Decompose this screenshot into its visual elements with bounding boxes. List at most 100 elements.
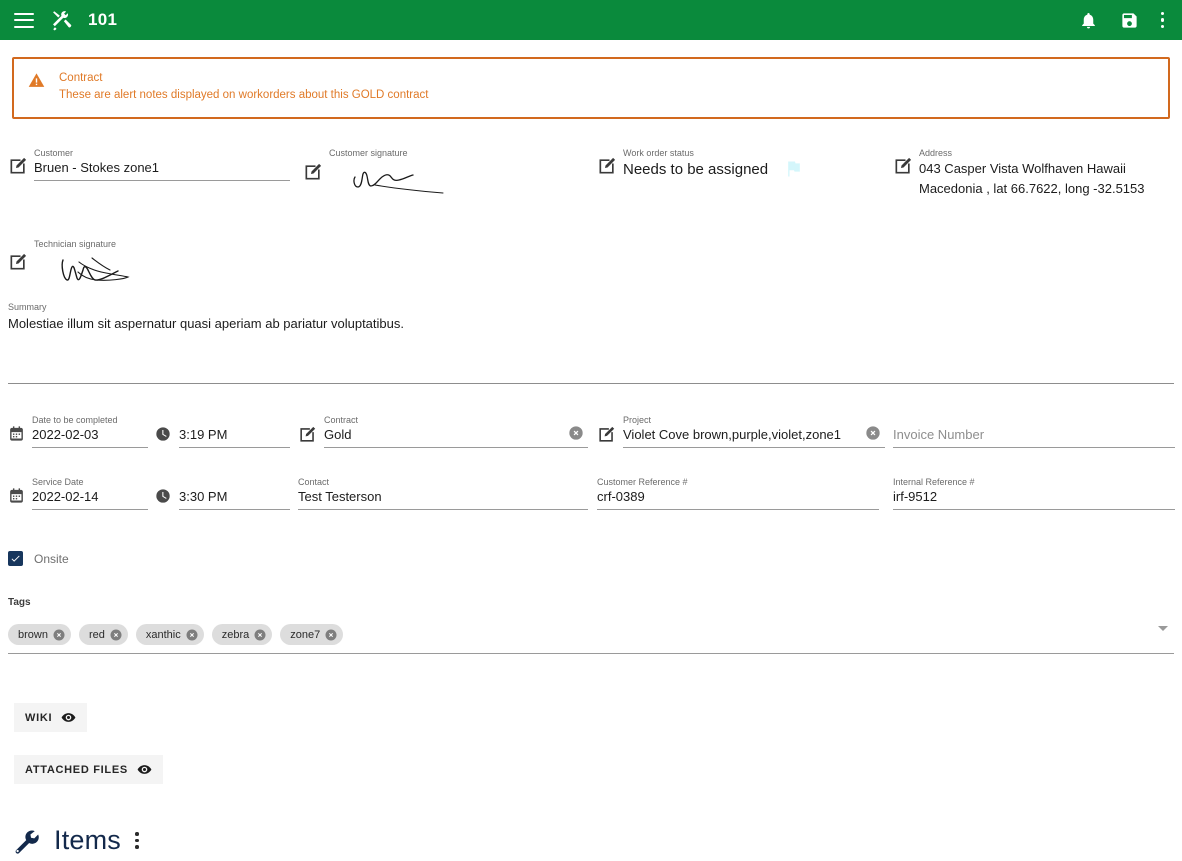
tag-chip[interactable]: zone7 — [280, 624, 344, 645]
date-to-be-completed-field[interactable]: Date to be completed 2022-02-03 — [8, 415, 148, 448]
onsite-label: Onsite — [34, 551, 69, 566]
tag-chip[interactable]: xanthic — [135, 624, 204, 645]
remove-tag-icon[interactable] — [325, 629, 337, 641]
address-value: 043 Casper Vista Wolfhaven Hawaii Macedo… — [919, 161, 1145, 196]
save-icon[interactable] — [1120, 11, 1139, 30]
summary-value: Molestiae illum sit aspernatur quasi ape… — [8, 316, 404, 331]
kebab-menu-icon[interactable] — [135, 832, 139, 849]
internal-reference-label: Internal Reference # — [893, 477, 975, 487]
workorder-form: Customer Bruen - Stokes zone1 Customer s… — [0, 140, 1182, 861]
remove-tag-icon[interactable] — [53, 629, 65, 641]
service-date-time-field[interactable]: 3:30 PM — [155, 488, 290, 510]
date-to-be-completed-time-value[interactable]: 3:19 PM — [179, 426, 290, 448]
items-title: Items — [54, 825, 122, 855]
wiki-label: WIKI — [25, 711, 53, 724]
tools-icon[interactable] — [50, 8, 74, 32]
tag-label: zebra — [221, 628, 250, 641]
project-value[interactable]: Violet Cove brown,purple,violet,zone1 — [623, 426, 885, 448]
wiki-button-inner[interactable]: WIKI — [14, 703, 88, 732]
wiki-panel-button[interactable]: WIKI — [14, 703, 88, 732]
customer-reference-value[interactable]: crf-0389 — [597, 488, 879, 510]
clear-circle-icon[interactable] — [865, 425, 881, 441]
clear-circle-icon[interactable] — [568, 425, 584, 441]
flag-icon[interactable] — [784, 159, 804, 179]
invoice-number-label — [893, 415, 1175, 426]
tags-label: Tags — [8, 597, 31, 608]
calendar-icon[interactable] — [8, 425, 25, 442]
clock-icon[interactable] — [155, 426, 171, 442]
page-title: 101 — [88, 10, 118, 29]
date-to-be-completed-time-field[interactable]: 3:19 PM — [155, 426, 290, 448]
wrench-icon — [12, 827, 40, 855]
date-to-be-completed-value[interactable]: 2022-02-03 — [32, 426, 148, 448]
tag-label: xanthic — [145, 628, 181, 641]
service-date-field[interactable]: Service Date 2022-02-14 — [8, 477, 148, 510]
tag-chip[interactable]: red — [78, 624, 128, 645]
edit-icon[interactable] — [597, 425, 616, 444]
hamburger-icon[interactable] — [14, 12, 34, 28]
customer-signature-image — [351, 163, 583, 196]
warning-triangle-icon — [28, 72, 45, 103]
eye-icon[interactable] — [137, 762, 152, 777]
clock-icon[interactable] — [155, 488, 171, 504]
summary-field: Summary Molestiae illum sit aspernatur q… — [8, 302, 708, 332]
technician-signature-image — [48, 252, 308, 290]
bell-icon[interactable] — [1079, 11, 1098, 30]
kebab-menu-icon[interactable] — [1160, 11, 1164, 29]
eye-icon[interactable] — [61, 710, 76, 725]
remove-tag-icon[interactable] — [254, 629, 266, 641]
tag-chip[interactable]: brown — [8, 624, 71, 645]
chevron-down-icon[interactable] — [1158, 626, 1168, 631]
customer-reference-label: Customer Reference # — [597, 477, 688, 487]
date-to-be-completed-label: Date to be completed — [32, 415, 118, 425]
attached-files-panel-button[interactable]: ATTACHED FILES — [14, 755, 163, 784]
remove-tag-icon[interactable] — [110, 629, 122, 641]
app-header: 101 — [0, 0, 1182, 40]
invoice-number-field[interactable]: Invoice Number — [893, 415, 1175, 448]
service-date-value[interactable]: 2022-02-14 — [32, 488, 148, 510]
internal-reference-field[interactable]: Internal Reference # irf-9512 — [893, 477, 1175, 510]
tags-input[interactable]: brown red xanthic zebra zone7 — [8, 624, 1174, 654]
edit-icon[interactable] — [893, 156, 913, 176]
onsite-checkbox[interactable] — [8, 551, 23, 566]
edit-icon[interactable] — [8, 156, 28, 176]
edit-icon[interactable] — [8, 252, 28, 272]
contact-field[interactable]: Contact Test Testerson — [298, 477, 588, 510]
tag-label: brown — [18, 628, 48, 641]
onsite-checkbox-row[interactable]: Onsite — [8, 551, 69, 566]
tag-label: red — [88, 628, 105, 641]
edit-icon[interactable] — [597, 156, 617, 176]
technician-signature-field[interactable]: Technician signature — [8, 239, 308, 290]
customer-value[interactable]: Bruen - Stokes zone1 — [34, 159, 290, 181]
customer-field[interactable]: Customer Bruen - Stokes zone1 — [8, 148, 290, 181]
edit-icon[interactable] — [298, 425, 317, 444]
address-field[interactable]: Address 043 Casper Vista Wolfhaven Hawai… — [893, 148, 1175, 199]
calendar-icon[interactable] — [8, 487, 25, 504]
address-label: Address — [919, 148, 953, 158]
contact-value[interactable]: Test Testerson — [298, 488, 588, 510]
alert-message: These are alert notes displayed on worko… — [59, 89, 429, 101]
internal-reference-value[interactable]: irf-9512 — [893, 488, 1175, 510]
tag-chip[interactable]: zebra — [211, 624, 273, 645]
summary-label: Summary — [8, 302, 47, 312]
contract-value[interactable]: Gold — [324, 426, 588, 448]
customer-reference-field[interactable]: Customer Reference # crf-0389 — [597, 477, 879, 510]
alert-banner-wrapper: Contract These are alert notes displayed… — [0, 40, 1182, 119]
remove-tag-icon[interactable] — [186, 629, 198, 641]
tag-label: zone7 — [290, 628, 321, 641]
section-divider — [8, 383, 1174, 384]
service-date-time-value[interactable]: 3:30 PM — [179, 488, 290, 510]
items-section-header: Items — [12, 825, 139, 856]
contract-alert: Contract These are alert notes displayed… — [12, 57, 1170, 119]
contract-field[interactable]: Contract Gold — [298, 415, 588, 448]
project-field[interactable]: Project Violet Cove brown,purple,violet,… — [597, 415, 885, 448]
customer-signature-field[interactable]: Customer signature — [303, 148, 583, 196]
technician-signature-label: Technician signature — [34, 239, 117, 249]
project-label: Project — [623, 415, 652, 425]
work-order-status-field[interactable]: Work order status Needs to be assigned — [597, 148, 887, 179]
alert-title: Contract — [59, 72, 103, 84]
edit-icon[interactable] — [303, 162, 323, 182]
invoice-number-input[interactable]: Invoice Number — [893, 426, 1175, 448]
attached-files-button-inner[interactable]: ATTACHED FILES — [14, 755, 163, 784]
customer-label: Customer — [34, 148, 74, 158]
